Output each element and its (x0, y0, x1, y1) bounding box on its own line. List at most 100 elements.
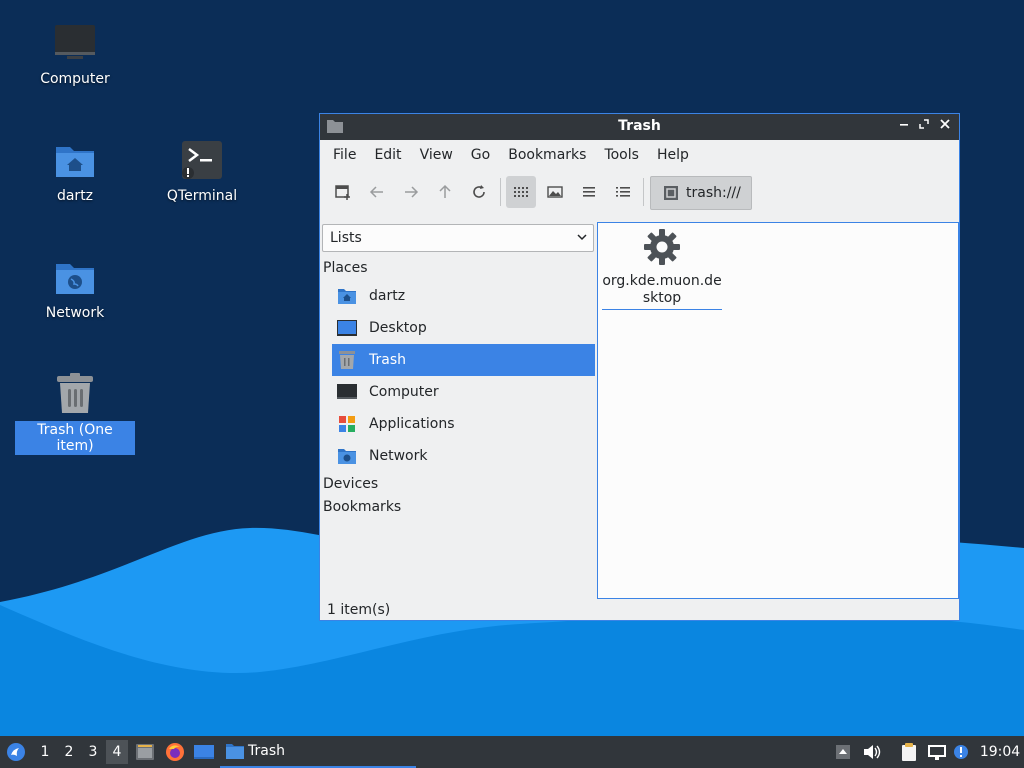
detailed-view-button[interactable] (608, 176, 638, 208)
minimize-icon (900, 124, 908, 126)
maximize-button[interactable] (915, 117, 933, 135)
home-folder-icon (53, 139, 97, 183)
task-label: Trash (248, 743, 285, 759)
desktop-icon-network[interactable]: Network (15, 256, 135, 322)
applications-icon (337, 414, 357, 434)
desktop-icon-computer[interactable]: Computer (15, 22, 135, 88)
compact-view-button[interactable] (574, 176, 604, 208)
workspace-3[interactable]: 3 (82, 736, 104, 768)
clock[interactable]: 19:04 (976, 736, 1024, 768)
clipboard-icon (902, 743, 916, 761)
desktop-icon-dartz[interactable]: dartz (15, 139, 135, 205)
workspace-4[interactable]: 4 (106, 740, 128, 764)
menu-tools[interactable]: Tools (595, 147, 648, 163)
place-item-label: Network (369, 448, 428, 464)
file-manager-launcher[interactable] (133, 736, 157, 768)
place-item-label: Trash (369, 352, 406, 368)
back-button[interactable] (362, 176, 392, 208)
trash-icon (53, 373, 97, 417)
tray-notification-button[interactable] (833, 736, 853, 768)
place-item-trash[interactable]: Trash (332, 344, 595, 376)
minimize-button[interactable] (895, 117, 913, 135)
place-item-network[interactable]: Network (332, 440, 595, 472)
desktop-icon-label: Computer (40, 71, 110, 87)
thumbnail-view-button[interactable] (540, 176, 570, 208)
file-name: org.kde.muon.desktop (602, 273, 722, 310)
file-manager-window: Trash File Edit View Go Bookmarks Tools … (319, 113, 960, 621)
volume-button[interactable] (862, 736, 882, 768)
file-item[interactable]: org.kde.muon.desktop (602, 227, 722, 310)
detailed-list-icon (616, 187, 630, 197)
menu-bar: File Edit View Go Bookmarks Tools Help (320, 140, 959, 170)
reload-button[interactable] (464, 176, 494, 208)
menu-go[interactable]: Go (462, 147, 499, 163)
desktop-icon-label: QTerminal (166, 188, 238, 204)
path-bar-button[interactable]: trash:/// (650, 176, 752, 210)
info-icon (954, 745, 968, 759)
place-item-computer[interactable]: Computer (332, 376, 595, 408)
network-status-button[interactable] (926, 736, 948, 768)
place-item-desktop[interactable]: Desktop (332, 312, 595, 344)
terminal-icon (180, 139, 224, 183)
toolbar: trash:/// (320, 170, 959, 214)
side-pane: Lists Places dartz Desktop Trash Compute… (320, 222, 596, 597)
update-notifier-button[interactable] (952, 736, 970, 768)
up-button[interactable] (430, 176, 460, 208)
place-item-label: dartz (369, 288, 406, 304)
home-folder-icon (337, 286, 357, 306)
desktop-icon (194, 745, 214, 759)
icon-view-button[interactable] (506, 176, 536, 208)
status-bar: 1 item(s) (327, 602, 391, 618)
folder-icon (226, 744, 244, 759)
trash-icon (337, 350, 357, 370)
desktop-icon-qterminal[interactable]: QTerminal (142, 139, 262, 205)
grid-view-icon (514, 187, 528, 197)
place-item-dartz[interactable]: dartz (332, 280, 595, 312)
close-button[interactable] (936, 117, 954, 135)
places-header[interactable]: Places (323, 260, 368, 276)
image-icon (547, 186, 563, 198)
close-icon (940, 119, 950, 129)
menu-file[interactable]: File (324, 147, 365, 163)
show-desktop-button[interactable] (192, 736, 216, 768)
forward-button[interactable] (396, 176, 426, 208)
path-label: trash:/// (686, 185, 741, 201)
workspace-2[interactable]: 2 (58, 736, 80, 768)
desktop-icon-label: dartz (56, 188, 94, 204)
volume-icon (864, 745, 881, 759)
tray-arrow-icon (836, 745, 850, 759)
toolbar-separator (500, 178, 501, 206)
window-title: Trash (618, 118, 661, 134)
network-wired-icon (928, 745, 946, 760)
menu-view[interactable]: View (411, 147, 462, 163)
devices-header[interactable]: Devices (323, 476, 378, 492)
start-menu-button[interactable] (4, 736, 28, 768)
menu-edit[interactable]: Edit (365, 147, 410, 163)
menu-help[interactable]: Help (648, 147, 698, 163)
gear-icon (644, 229, 680, 265)
taskbar: 1 2 3 4 Trash 19:04 (0, 736, 1024, 768)
file-view[interactable]: org.kde.muon.desktop (597, 222, 959, 599)
new-tab-button[interactable] (328, 176, 358, 208)
new-tab-icon (335, 185, 350, 200)
workspace-1[interactable]: 1 (34, 736, 56, 768)
desktop-icon (337, 318, 357, 338)
title-bar[interactable]: Trash (320, 114, 959, 140)
chevron-down-icon (577, 234, 587, 241)
place-item-applications[interactable]: Applications (332, 408, 595, 440)
bookmarks-header[interactable]: Bookmarks (323, 499, 401, 515)
toolbar-separator (643, 178, 644, 206)
desktop: Computer dartz QTerminal Network Trash (… (0, 0, 1024, 736)
firefox-launcher[interactable] (163, 736, 187, 768)
list-icon (583, 187, 595, 197)
clipboard-button[interactable] (898, 736, 920, 768)
task-button-trash[interactable]: Trash (220, 736, 416, 768)
desktop-icon-label: Trash (One item) (15, 421, 135, 455)
desktop-icon-label: Network (45, 305, 105, 321)
trash-small-icon (664, 186, 678, 200)
menu-bookmarks[interactable]: Bookmarks (499, 147, 595, 163)
firefox-icon (166, 743, 184, 761)
side-pane-mode-select[interactable]: Lists (322, 224, 594, 252)
arrow-left-icon (369, 186, 383, 198)
desktop-icon-trash[interactable]: Trash (One item) (15, 373, 135, 455)
